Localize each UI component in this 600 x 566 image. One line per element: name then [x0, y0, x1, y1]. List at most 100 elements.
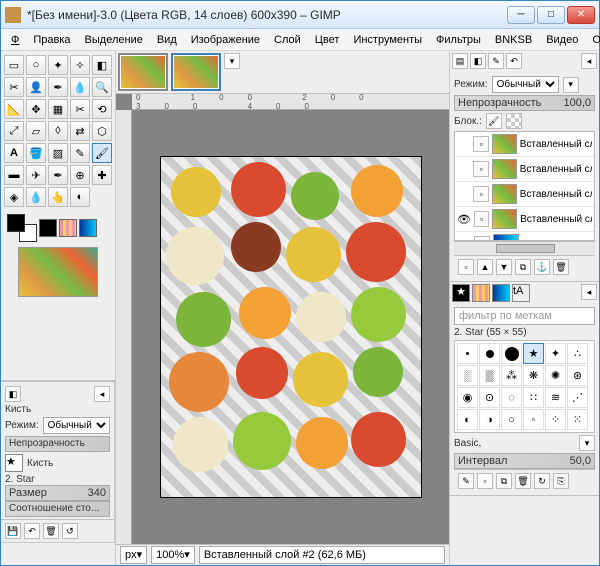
mode-menu-icon[interactable]: ▾: [563, 77, 579, 93]
layer-row[interactable]: ▫Вставленный сл: [455, 182, 594, 207]
new-brush-icon[interactable]: ▫: [477, 473, 493, 489]
menu-colors[interactable]: Цвет: [309, 32, 346, 48]
mode-select[interactable]: Обычный: [492, 76, 559, 93]
brush-item[interactable]: ⁘: [545, 409, 566, 430]
tool-scissors[interactable]: ✂: [4, 77, 24, 97]
brush-item[interactable]: ◑: [479, 409, 500, 430]
size-slider[interactable]: Размер340: [5, 485, 110, 501]
chain-icon[interactable]: ▫: [473, 186, 488, 202]
tool-free-select[interactable]: ✦: [48, 55, 68, 75]
interval-slider[interactable]: Интервал 50,0: [454, 453, 595, 469]
options-tab-icon[interactable]: ◧: [5, 386, 21, 402]
brush-item[interactable]: ⁙: [567, 409, 588, 430]
restore-options-icon[interactable]: ↶: [24, 523, 40, 539]
tool-zoom[interactable]: 🔍: [92, 77, 112, 97]
layer-row[interactable]: ▫Вставленный сл: [455, 132, 594, 157]
ruler-vertical[interactable]: [116, 110, 132, 544]
tab-menu-icon[interactable]: ◂: [94, 386, 110, 402]
brush-item[interactable]: ❋: [523, 365, 544, 386]
canvas-viewport[interactable]: [132, 110, 449, 544]
menu-image[interactable]: Изображение: [185, 32, 266, 48]
tool-ink[interactable]: ✒: [48, 165, 68, 185]
raise-layer-icon[interactable]: ▲: [477, 259, 493, 275]
tool-heal[interactable]: ✚: [92, 165, 112, 185]
menu-filters[interactable]: Фильтры: [430, 32, 487, 48]
minimize-button[interactable]: ─: [507, 6, 535, 24]
tool-fuzzy-select[interactable]: ✧: [70, 55, 90, 75]
eye-icon[interactable]: [457, 137, 470, 151]
open-brush-icon[interactable]: ⎘: [553, 473, 569, 489]
duplicate-brush-icon[interactable]: ⧉: [496, 473, 512, 489]
brush-item[interactable]: ✦: [545, 343, 566, 364]
tool-color-picker[interactable]: 💧: [70, 77, 90, 97]
image-tab-1[interactable]: [118, 53, 168, 91]
brush-grid[interactable]: ★ ✦ ∴ ░ ▒ ⁂ ❋ ✺ ⊛ ◉ ⊙ ◌ ∷ ≋ ⋰ ◐ ◑: [454, 340, 595, 433]
tool-text[interactable]: A: [4, 143, 24, 163]
tool-ellipse-select[interactable]: ○: [26, 55, 46, 75]
tab-undo-icon[interactable]: ↶: [506, 53, 522, 69]
fg-bg-swatch[interactable]: [7, 214, 37, 242]
menu-select[interactable]: Выделение: [79, 32, 149, 48]
brush-item[interactable]: ◦: [523, 409, 544, 430]
gradient-icon[interactable]: [492, 284, 510, 302]
anchor-layer-icon[interactable]: ⚓: [534, 259, 550, 275]
tool-perspective[interactable]: ◊: [48, 121, 68, 141]
brush-item[interactable]: ▒: [479, 365, 500, 386]
layer-row[interactable]: ▫Вставленный сл: [455, 157, 594, 182]
lock-alpha-icon[interactable]: [506, 113, 522, 129]
delete-brush-icon[interactable]: 🗑: [515, 473, 531, 489]
fg-color[interactable]: [7, 214, 25, 232]
tool-blur[interactable]: 💧: [26, 187, 46, 207]
brush-item[interactable]: ★: [523, 343, 544, 364]
brush-item[interactable]: ∷: [523, 387, 544, 408]
ruler-horizontal[interactable]: 0 100 200 300 400: [132, 94, 449, 110]
menu-file[interactable]: Ф: [5, 32, 25, 48]
brush-item[interactable]: ○: [501, 409, 522, 430]
eye-icon[interactable]: [457, 162, 470, 176]
brush-item[interactable]: [501, 343, 522, 364]
titlebar[interactable]: *[Без имени]-3.0 (Цвета RGB, 14 слоев) 6…: [1, 1, 599, 29]
layer-list[interactable]: ▫Вставленный сл ▫Вставленный сл ▫Вставле…: [454, 131, 595, 241]
tab-menu-icon[interactable]: ◂: [581, 53, 597, 69]
tool-shear[interactable]: ▱: [26, 121, 46, 141]
close-button[interactable]: ✕: [567, 6, 595, 24]
chain-icon[interactable]: ▫: [473, 136, 488, 152]
filter-input[interactable]: фильтр по меткам: [454, 307, 595, 325]
tool-move[interactable]: ✥: [26, 99, 46, 119]
opacity-slider[interactable]: Непрозрачность 100,0: [454, 95, 595, 111]
brush-item[interactable]: ⊙: [479, 387, 500, 408]
eye-icon[interactable]: [457, 187, 470, 201]
tool-paths[interactable]: ✒: [48, 77, 68, 97]
tool-bucket[interactable]: 🪣: [26, 143, 46, 163]
brush-item[interactable]: ⊛: [567, 365, 588, 386]
menu-edit[interactable]: Правка: [27, 32, 76, 48]
layer-row[interactable]: ▫Фон: [455, 232, 594, 241]
save-options-icon[interactable]: 💾: [5, 523, 21, 539]
menu-tools[interactable]: Инструменты: [347, 32, 428, 48]
menu-bnksb[interactable]: BNKSB: [489, 32, 538, 48]
tool-dodge[interactable]: ◐: [70, 187, 90, 207]
tool-pencil[interactable]: ✎: [70, 143, 90, 163]
brush-item[interactable]: ⁂: [501, 365, 522, 386]
layer-row[interactable]: 👁▫Вставленный сл: [455, 207, 594, 232]
image-tab-2[interactable]: [171, 53, 221, 91]
brush-item[interactable]: ◉: [457, 387, 478, 408]
menu-video[interactable]: Видео: [540, 32, 584, 48]
chain-icon[interactable]: ▫: [474, 211, 489, 227]
tool-blend[interactable]: ▨: [48, 143, 68, 163]
chain-icon[interactable]: ▫: [473, 161, 488, 177]
pattern-indicator[interactable]: [59, 219, 77, 237]
layer-scroll[interactable]: [454, 241, 595, 255]
refresh-brush-icon[interactable]: ↻: [534, 473, 550, 489]
ratio-slider[interactable]: Соотношение сто...: [5, 501, 110, 517]
tool-smudge[interactable]: 👆: [48, 187, 68, 207]
tool-scale[interactable]: ⤢: [4, 121, 24, 141]
tool-eraser[interactable]: ▬: [4, 165, 24, 185]
tool-foreground[interactable]: 👤: [26, 77, 46, 97]
eye-icon[interactable]: 👁: [457, 212, 471, 226]
tool-clone[interactable]: ⊕: [70, 165, 90, 185]
brush-item[interactable]: [479, 343, 500, 364]
brush-item[interactable]: ░: [457, 365, 478, 386]
maximize-button[interactable]: □: [537, 6, 565, 24]
menu-view[interactable]: Вид: [151, 32, 183, 48]
